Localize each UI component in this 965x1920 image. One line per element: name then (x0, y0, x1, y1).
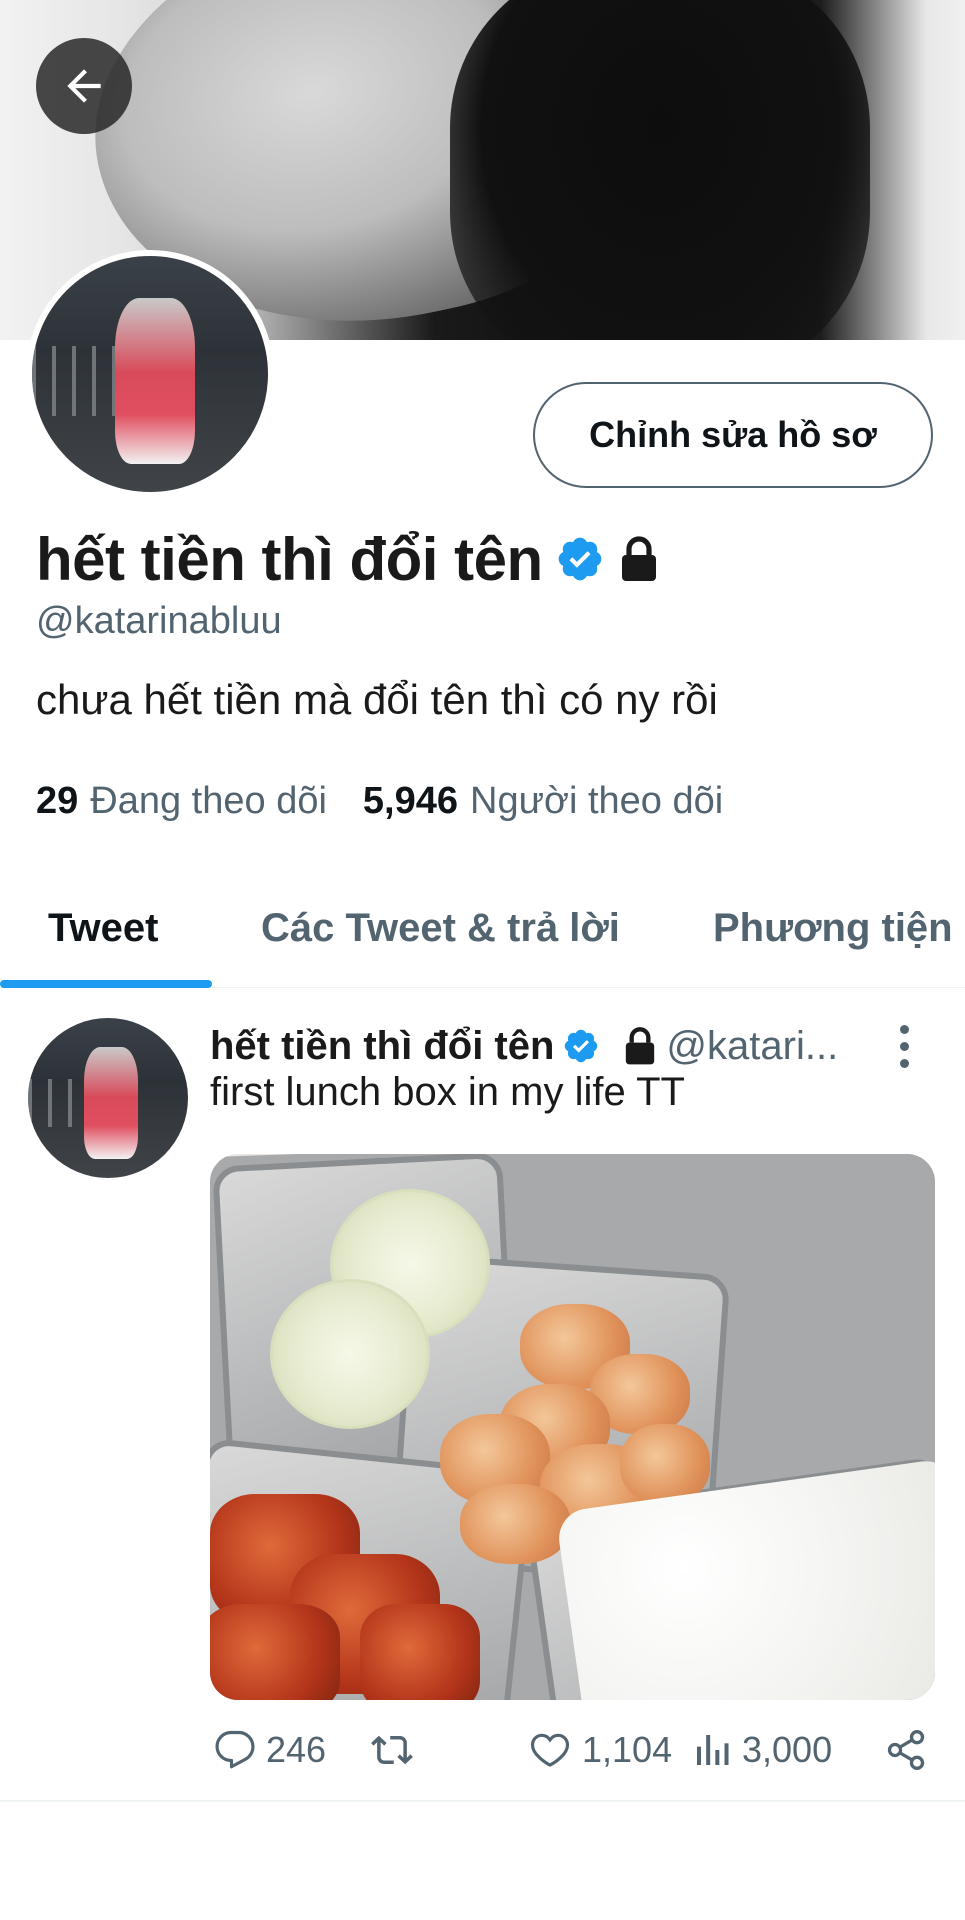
tweet-actions: 246 1,104 3,000 (210, 1720, 930, 1780)
like-count: 1,104 (582, 1729, 673, 1770)
reply-button[interactable]: 246 (214, 1720, 326, 1780)
tab-tweets-and-replies[interactable]: Các Tweet & trả lời (261, 868, 620, 988)
following-label: Đang theo dõi (90, 780, 327, 822)
edit-profile-button[interactable]: Chỉnh sửa hồ sơ (533, 382, 933, 488)
following-count: 29 (36, 780, 79, 822)
analytics-icon (697, 1735, 729, 1765)
like-button[interactable]: 1,104 (528, 1720, 672, 1780)
share-button[interactable] (884, 1720, 928, 1780)
tweet-avatar[interactable] (28, 1018, 188, 1178)
retweet-button[interactable] (368, 1720, 416, 1780)
profile-bio: chưa hết tiền mà đổi tên thì có ny rồi (36, 676, 718, 723)
followers-stat[interactable]: 5,946 Người theo dõi (363, 780, 723, 823)
lock-icon (626, 1027, 655, 1065)
profile-handle: @katarinabluu (36, 600, 282, 642)
tab-tweets[interactable]: Tweet (48, 868, 158, 988)
view-count: 3,000 (742, 1729, 833, 1770)
display-name: hết tiền thì đổi tên (36, 525, 543, 593)
display-name-row: hết tiền thì đổi tên (36, 522, 661, 596)
tab-media[interactable]: Phương tiện (713, 868, 953, 988)
profile-avatar[interactable] (26, 250, 274, 498)
following-stat[interactable]: 29 Đang theo dõi (36, 780, 327, 823)
views-button[interactable]: 3,000 (692, 1720, 832, 1780)
reply-icon (215, 1730, 255, 1769)
share-icon (887, 1730, 925, 1770)
followers-count: 5,946 (362, 780, 459, 822)
heart-icon (530, 1733, 570, 1767)
back-button[interactable] (36, 38, 132, 134)
reply-count: 246 (266, 1729, 327, 1770)
lock-icon (621, 536, 656, 581)
tweet-divider (0, 1800, 965, 1802)
tweet-text: first lunch box in my life TT (210, 1070, 685, 1114)
verified-badge-icon (565, 1029, 598, 1063)
arrow-left-icon (67, 69, 101, 103)
profile-tabs: Tweet Các Tweet & trả lời Phương tiện (0, 868, 965, 988)
tweet-author-handle[interactable]: @katari... (666, 1024, 838, 1069)
followers-label: Người theo dõi (470, 780, 724, 822)
verified-badge-icon (558, 537, 601, 581)
banner-hair-shape (450, 0, 870, 340)
retweet-icon (371, 1735, 413, 1765)
tweet-header: hết tiền thì đổi tên @katari... (210, 1020, 910, 1072)
active-tab-indicator (0, 980, 212, 988)
tweet-photo[interactable] (210, 1154, 935, 1700)
more-vertical-icon[interactable] (884, 1020, 924, 1072)
tweet-author-name[interactable]: hết tiền thì đổi tên (210, 1024, 554, 1069)
profile-stats: 29 Đang theo dõi 5,946 Người theo dõi (36, 780, 723, 823)
